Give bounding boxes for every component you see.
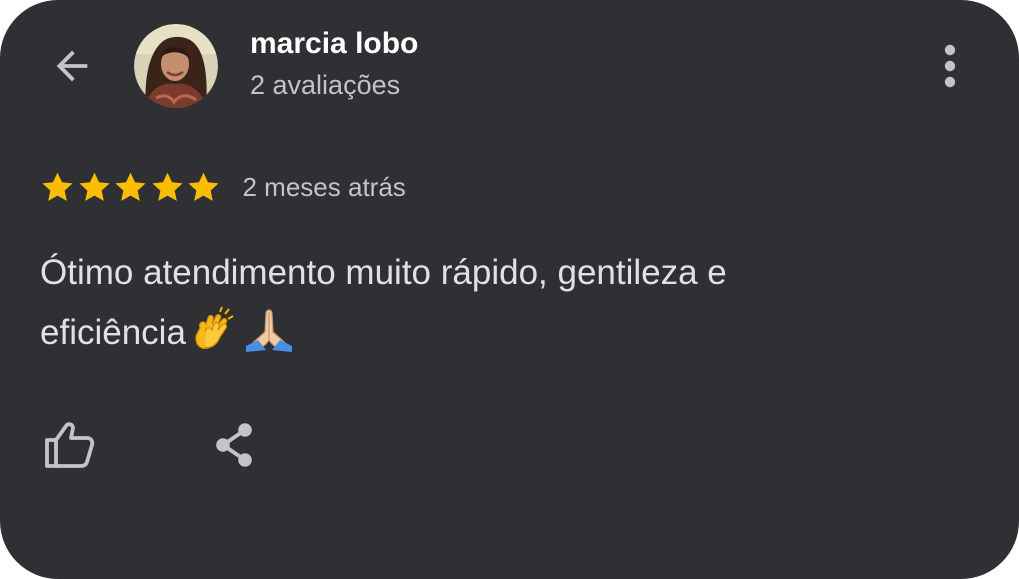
- share-icon: [216, 423, 252, 467]
- thumb-up-icon: [45, 422, 95, 468]
- star-icon: [42, 172, 73, 201]
- more-options-button[interactable]: [922, 38, 978, 94]
- review-text-line-2-container: eficiência: [40, 303, 940, 363]
- reviewer-name[interactable]: marcia lobo: [250, 24, 418, 64]
- emoji-group: [192, 306, 300, 352]
- star-rating: [40, 170, 223, 205]
- share-button[interactable]: [204, 414, 264, 476]
- rating-row: 2 meses atrás: [40, 167, 406, 207]
- review-text-line-1: Ótimo atendimento muito rápido, gentilez…: [40, 253, 727, 292]
- avatar[interactable]: [134, 24, 218, 108]
- review-count: 2 avaliações: [250, 70, 401, 100]
- more-vert-icon: [944, 44, 956, 88]
- review-card: marcia lobo 2 avaliações 2 meses atrás Ó…: [0, 0, 1019, 579]
- review-text: Ótimo atendimento muito rápido, gentilez…: [40, 243, 940, 363]
- folded-hands-icon: [245, 309, 292, 352]
- star-icon: [78, 172, 110, 201]
- like-button[interactable]: [36, 414, 102, 476]
- review-time: 2 meses atrás: [242, 172, 406, 202]
- arrow-back-icon: [56, 50, 88, 82]
- star-icon: [151, 172, 183, 201]
- star-icon: [188, 172, 219, 201]
- back-button[interactable]: [44, 38, 100, 94]
- profile-photo-icon: [134, 24, 218, 108]
- star-icon: [115, 172, 146, 201]
- clapping-hands-icon: [195, 306, 234, 349]
- review-text-line-2: eficiência: [40, 313, 186, 352]
